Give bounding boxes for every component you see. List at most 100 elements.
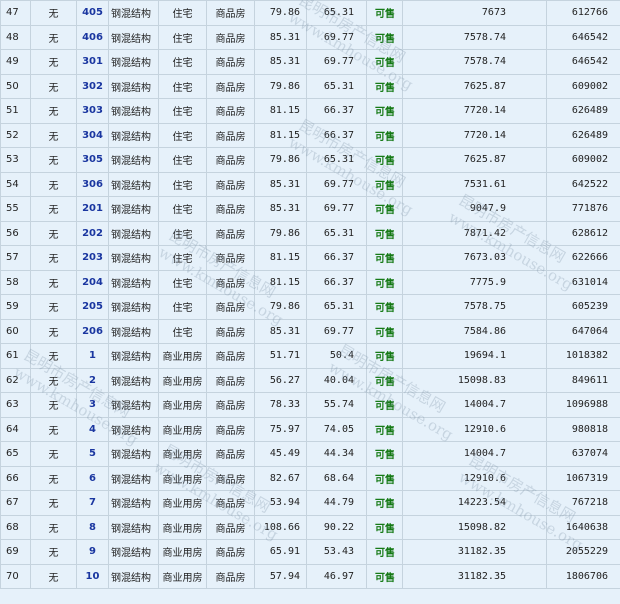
room-number: 8 — [76, 514, 109, 540]
room-number: 302 — [76, 73, 109, 99]
usage-type: 商业用房 — [158, 367, 207, 393]
sale-status: 可售 — [366, 196, 403, 222]
total-price: 646542 — [546, 49, 620, 75]
inner-area: 65.31 — [306, 294, 367, 320]
row-number: 63 — [0, 392, 31, 418]
total-price: 609002 — [546, 147, 620, 173]
building-area: 85.31 — [254, 196, 307, 222]
table-row: 62 无 2 钢混结构 商业用房 商品房 56.27 40.04 可售 15098.83 84961… — [0, 367, 620, 393]
sale-status: 可售 — [366, 539, 403, 565]
unit-number: 无 — [30, 416, 77, 442]
table-row: 56 无 202 钢混结构 住宅 商品房 79.86 65.31 可售 7871.42 628612 — [0, 220, 620, 246]
sale-status: 可售 — [366, 416, 403, 442]
building-area: 108.66 — [254, 514, 307, 540]
room-number: 6 — [76, 465, 109, 491]
row-number: 60 — [0, 318, 31, 344]
unit-number: 无 — [30, 318, 77, 344]
row-number: 54 — [0, 171, 31, 197]
sale-status: 可售 — [366, 514, 403, 540]
housing-type: 商品房 — [206, 98, 255, 124]
building-area: 75.97 — [254, 416, 307, 442]
sale-status: 可售 — [366, 343, 403, 369]
housing-type: 商品房 — [206, 514, 255, 540]
total-price: 771876 — [546, 196, 620, 222]
building-area: 79.86 — [254, 147, 307, 173]
unit-number: 无 — [30, 196, 77, 222]
sale-status: 可售 — [366, 220, 403, 246]
row-number: 49 — [0, 49, 31, 75]
inner-area: 65.31 — [306, 147, 367, 173]
housing-type: 商品房 — [206, 220, 255, 246]
usage-type: 商业用房 — [158, 514, 207, 540]
room-number: 9 — [76, 539, 109, 565]
sale-status: 可售 — [366, 367, 403, 393]
usage-type: 住宅 — [158, 98, 207, 124]
room-number: 203 — [76, 245, 109, 271]
structure-type: 钢混结构 — [108, 220, 159, 246]
room-number: 303 — [76, 98, 109, 124]
unit-price: 7720.14 — [402, 98, 547, 124]
unit-price: 7578.75 — [402, 294, 547, 320]
unit-price: 7673.03 — [402, 245, 547, 271]
total-price: 612766 — [546, 0, 620, 26]
unit-number: 无 — [30, 122, 77, 148]
table-row: 64 无 4 钢混结构 商业用房 商品房 75.97 74.05 可售 12910.6 980818 — [0, 416, 620, 442]
building-area: 81.15 — [254, 245, 307, 271]
usage-type: 住宅 — [158, 294, 207, 320]
unit-price: 14223.54 — [402, 490, 547, 516]
building-area: 85.31 — [254, 49, 307, 75]
unit-price: 15098.82 — [402, 514, 547, 540]
usage-type: 住宅 — [158, 196, 207, 222]
structure-type: 钢混结构 — [108, 147, 159, 173]
row-number: 64 — [0, 416, 31, 442]
inner-area: 65.31 — [306, 73, 367, 99]
usage-type: 住宅 — [158, 49, 207, 75]
housing-type: 商品房 — [206, 0, 255, 26]
housing-type: 商品房 — [206, 147, 255, 173]
table-row: 55 无 201 钢混结构 住宅 商品房 85.31 69.77 可售 9047.9 771876 — [0, 196, 620, 222]
inner-area: 69.77 — [306, 24, 367, 50]
housing-type: 商品房 — [206, 563, 255, 589]
room-number: 10 — [76, 563, 109, 589]
usage-type: 住宅 — [158, 147, 207, 173]
table-row: 53 无 305 钢混结构 住宅 商品房 79.86 65.31 可售 7625.87 609002 — [0, 147, 620, 173]
row-number: 62 — [0, 367, 31, 393]
structure-type: 钢混结构 — [108, 367, 159, 393]
structure-type: 钢混结构 — [108, 416, 159, 442]
table-row: 47 无 405 钢混结构 住宅 商品房 79.86 65.31 可售 7673 612766 — [0, 0, 620, 26]
unit-price: 31182.35 — [402, 563, 547, 589]
unit-number: 无 — [30, 24, 77, 50]
inner-area: 66.37 — [306, 269, 367, 295]
housing-type: 商品房 — [206, 343, 255, 369]
row-number: 55 — [0, 196, 31, 222]
structure-type: 钢混结构 — [108, 171, 159, 197]
inner-area: 90.22 — [306, 514, 367, 540]
room-number: 202 — [76, 220, 109, 246]
table-row: 68 无 8 钢混结构 商业用房 商品房 108.66 90.22 可售 15098.82 1640… — [0, 514, 620, 540]
total-price: 626489 — [546, 122, 620, 148]
total-price: 1067319 — [546, 465, 620, 491]
unit-price: 19694.1 — [402, 343, 547, 369]
unit-number: 无 — [30, 245, 77, 271]
row-number: 48 — [0, 24, 31, 50]
table-row: 54 无 306 钢混结构 住宅 商品房 85.31 69.77 可售 7531.61 642522 — [0, 171, 620, 197]
building-area: 82.67 — [254, 465, 307, 491]
sale-status: 可售 — [366, 171, 403, 197]
structure-type: 钢混结构 — [108, 563, 159, 589]
usage-type: 商业用房 — [158, 539, 207, 565]
usage-type: 住宅 — [158, 245, 207, 271]
row-number: 57 — [0, 245, 31, 271]
row-number: 58 — [0, 269, 31, 295]
room-number: 5 — [76, 441, 109, 467]
total-price: 1806706 — [546, 563, 620, 589]
structure-type: 钢混结构 — [108, 245, 159, 271]
building-area: 78.33 — [254, 392, 307, 418]
row-number: 53 — [0, 147, 31, 173]
row-number: 68 — [0, 514, 31, 540]
table-row: 66 无 6 钢混结构 商业用房 商品房 82.67 68.64 可售 12910.6 106731… — [0, 465, 620, 491]
housing-type: 商品房 — [206, 294, 255, 320]
sale-status: 可售 — [366, 73, 403, 99]
building-area: 79.86 — [254, 73, 307, 99]
table-row: 57 无 203 钢混结构 住宅 商品房 81.15 66.37 可售 7673.03 622666 — [0, 245, 620, 271]
unit-price: 7578.74 — [402, 49, 547, 75]
